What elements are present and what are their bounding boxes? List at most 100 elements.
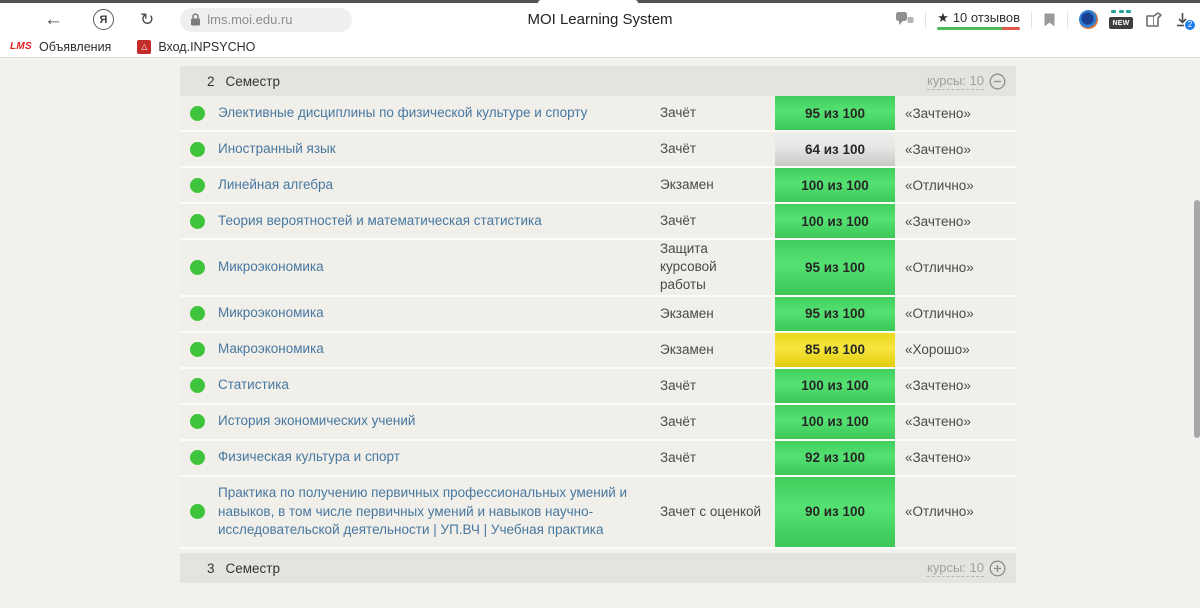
- bookmark-label: Объявления: [39, 40, 111, 54]
- score-badge: 95 из 100: [775, 297, 895, 331]
- course-link[interactable]: Иностранный язык: [218, 133, 660, 166]
- course-link[interactable]: Микроэкономика: [218, 297, 660, 330]
- grade-text: «Зачтено»: [895, 378, 1016, 393]
- inpsycho-favicon: △: [137, 40, 151, 54]
- toolbar-divider: [1031, 11, 1032, 29]
- lms-favicon: LMS: [10, 41, 32, 52]
- status-dot-icon: [190, 450, 205, 465]
- control-type: Экзамен: [660, 305, 775, 323]
- score-badge: 100 из 100: [775, 369, 895, 403]
- status-dot-icon: [190, 260, 205, 275]
- course-link[interactable]: Статистика: [218, 369, 660, 402]
- control-type: Зачёт: [660, 413, 775, 431]
- status-cell: [180, 414, 218, 429]
- status-cell: [180, 378, 218, 393]
- status-cell: [180, 142, 218, 157]
- score-badge: 100 из 100: [775, 168, 895, 202]
- status-dot-icon: [190, 106, 205, 121]
- yandex-button[interactable]: Я: [93, 9, 114, 30]
- score-badge: 90 из 100: [775, 477, 895, 548]
- screenshot-new-icon[interactable]: NEW: [1109, 10, 1133, 29]
- status-dot-icon: [190, 214, 205, 229]
- bookmarks-bar: LMS Объявления △ Вход.INPSYCHO: [0, 36, 1200, 58]
- course-link[interactable]: Микроэкономика: [218, 251, 660, 284]
- grade-text: «Зачтено»: [895, 450, 1016, 465]
- score-badge: 100 из 100: [775, 405, 895, 439]
- grade-text: «Зачтено»: [895, 214, 1016, 229]
- table-row: Теория вероятностей и математическая ста…: [180, 204, 1016, 240]
- status-dot-icon: [190, 178, 205, 193]
- control-type: Экзамен: [660, 176, 775, 194]
- table-row: История экономических ученийЗачёт100 из …: [180, 405, 1016, 441]
- table-row: Практика по получению первичных професси…: [180, 477, 1016, 550]
- new-badge: NEW: [1109, 17, 1133, 29]
- bookmark-announcements[interactable]: LMS Объявления: [10, 40, 111, 54]
- toolbar-right-icons: ★ 10 отзывов NEW 2: [895, 3, 1190, 36]
- courses-count-toggle[interactable]: курсы: 10: [927, 73, 1006, 90]
- collapse-icon[interactable]: [989, 73, 1006, 90]
- refresh-button[interactable]: ↻: [140, 11, 154, 28]
- status-cell: [180, 178, 218, 193]
- site-reviews[interactable]: ★ 10 отзывов: [937, 10, 1020, 30]
- chat-icon[interactable]: [895, 11, 914, 28]
- vertical-scrollbar-thumb[interactable]: [1194, 200, 1200, 438]
- control-type: Зачёт: [660, 449, 775, 467]
- address-bar[interactable]: lms.moi.edu.ru: [180, 8, 352, 32]
- table-row: Иностранный языкЗачёт64 из 100«Зачтено»: [180, 132, 1016, 168]
- course-link[interactable]: Теория вероятностей и математическая ста…: [218, 205, 660, 238]
- semester-label: Семестр: [226, 74, 281, 89]
- table-row: СтатистикаЗачёт100 из 100«Зачтено»: [180, 369, 1016, 405]
- extension-globe-icon[interactable]: [1079, 10, 1098, 29]
- semester-2-header: 2 Семестр курсы: 10: [180, 66, 1016, 96]
- courses-count-toggle[interactable]: курсы: 10: [927, 560, 1006, 577]
- reviews-rating-bar: [937, 27, 1020, 30]
- expand-icon[interactable]: [989, 560, 1006, 577]
- status-cell: [180, 306, 218, 321]
- status-dot-icon: [190, 342, 205, 357]
- course-link[interactable]: Линейная алгебра: [218, 169, 660, 202]
- score-badge: 95 из 100: [775, 96, 895, 130]
- control-type: Экзамен: [660, 341, 775, 359]
- crop-marks-icon: [1111, 10, 1131, 14]
- score-badge: 85 из 100: [775, 333, 895, 367]
- collections-icon[interactable]: [1144, 11, 1164, 28]
- table-row: Линейная алгебраЭкзамен100 из 100«Отличн…: [180, 168, 1016, 204]
- downloads-button[interactable]: 2: [1175, 12, 1190, 28]
- semester-number: 3: [207, 561, 215, 576]
- grade-text: «Отлично»: [895, 306, 1016, 321]
- status-cell: [180, 106, 218, 121]
- course-link[interactable]: Физическая культура и спорт: [218, 441, 660, 474]
- bookmark-label: Вход.INPSYCHO: [158, 40, 255, 54]
- status-dot-icon: [190, 378, 205, 393]
- table-row: Элективные дисциплины по физической куль…: [180, 96, 1016, 132]
- status-cell: [180, 504, 218, 519]
- score-badge: 100 из 100: [775, 204, 895, 238]
- table-row: МакроэкономикаЭкзамен85 из 100«Хорошо»: [180, 333, 1016, 369]
- control-type: Зачёт: [660, 104, 775, 122]
- grade-text: «Отлично»: [895, 178, 1016, 193]
- grades-table: 2 Семестр курсы: 10 Элективные дисциплин…: [180, 58, 1016, 583]
- status-cell: [180, 214, 218, 229]
- control-type: Зачёт: [660, 140, 775, 158]
- bookmark-inpsycho[interactable]: △ Вход.INPSYCHO: [137, 40, 255, 54]
- status-cell: [180, 450, 218, 465]
- control-type: Зачет с оценкой: [660, 503, 775, 521]
- grade-text: «Отлично»: [895, 260, 1016, 275]
- course-rows: Элективные дисциплины по физической куль…: [180, 96, 1016, 549]
- table-row: МикроэкономикаЭкзамен95 из 100«Отлично»: [180, 297, 1016, 333]
- back-button[interactable]: ←: [44, 10, 63, 29]
- control-type: Зачёт: [660, 377, 775, 395]
- course-link[interactable]: Практика по получению первичных професси…: [218, 477, 660, 548]
- grade-text: «Отлично»: [895, 504, 1016, 519]
- course-link[interactable]: Элективные дисциплины по физической куль…: [218, 97, 660, 130]
- table-row: Физическая культура и спортЗачёт92 из 10…: [180, 441, 1016, 477]
- bookmark-flag-icon[interactable]: [1043, 12, 1056, 28]
- toolbar-divider: [925, 11, 926, 29]
- grade-text: «Зачтено»: [895, 142, 1016, 157]
- course-link[interactable]: История экономических учений: [218, 405, 660, 438]
- toolbar-divider: [1067, 11, 1068, 29]
- course-link[interactable]: Макроэкономика: [218, 333, 660, 366]
- semester-3-header: 3 Семестр курсы: 10: [180, 553, 1016, 583]
- star-icon: ★: [937, 10, 949, 26]
- page-title: MOI Learning System: [527, 11, 672, 28]
